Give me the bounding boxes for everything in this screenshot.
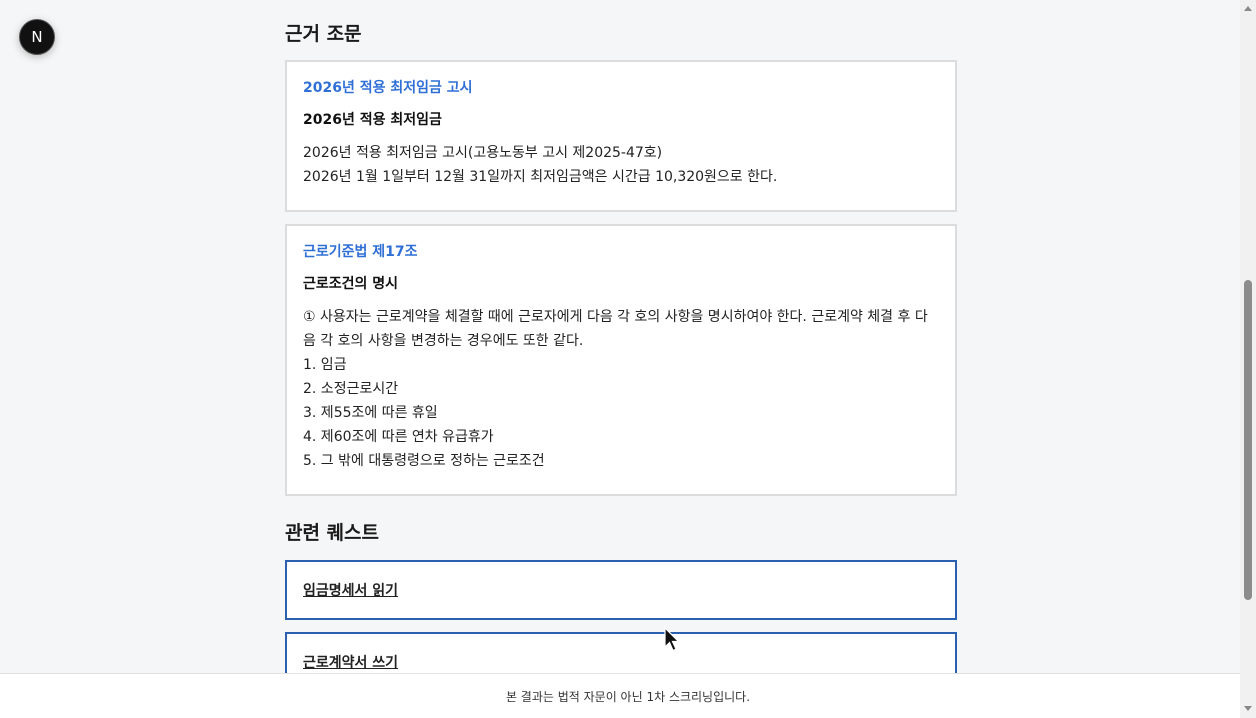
quest-item[interactable]: 임금명세서 읽기 [285,560,957,620]
disclaimer-text: 본 결과는 법적 자문이 아닌 1차 스크리닝입니다. [505,689,751,704]
badge-letter: N [31,28,43,46]
quest-link[interactable]: 근로계약서 쓰기 [303,652,398,672]
law-card-line: 3. 제55조에 따른 휴일 [303,405,438,421]
law-card-line: 4. 제60조에 따른 연차 유급휴가 [303,429,494,445]
law-card: 2026년 적용 최저임금 고시 2026년 적용 최저임금 2026년 적용 … [285,60,957,212]
law-card: 근로기준법 제17조 근로조건의 명시 ① 사용자는 근로계약을 체결할 때에 … [285,224,957,496]
related-section-title: 관련 퀘스트 [285,522,380,544]
mouse-cursor-icon [664,627,680,652]
quest-link[interactable]: 임금명세서 읽기 [303,580,398,600]
law-card-heading: 2026년 적용 최저임금 [303,112,442,128]
law-card-line: 5. 그 밖에 대통령령으로 정하는 근로조건 [303,453,545,469]
law-card-line: 2026년 적용 최저임금 고시(고용노동부 고시 제2025-47호) [303,145,663,161]
law-card-body: 2026년 적용 최저임금 고시(고용노동부 고시 제2025-47호) 202… [303,141,939,189]
scroll-down-icon[interactable] [1244,706,1252,711]
disclaimer-footer: 본 결과는 법적 자문이 아닌 1차 스크리닝입니다. [0,673,1256,718]
basis-section-title: 근거 조문 [285,23,362,45]
law-card-link[interactable]: 근로기준법 제17조 [303,242,939,262]
law-card-heading: 근로조건의 명시 [303,276,399,292]
page-scrollbar[interactable] [1240,0,1256,718]
law-card-link[interactable]: 2026년 적용 최저임금 고시 [303,78,939,98]
app-badge[interactable]: N [19,19,55,55]
law-card-line: 2026년 1월 1일부터 12월 31일까지 최저임금액은 시간급 10,32… [303,169,778,185]
law-card-body: ① 사용자는 근로계약을 체결할 때에 근로자에게 다음 각 호의 사항을 명시… [303,305,939,473]
law-card-line: ① 사용자는 근로계약을 체결할 때에 근로자에게 다음 각 호의 사항을 명시… [303,309,928,349]
scrollbar-thumb[interactable] [1244,280,1252,600]
law-card-line: 2. 소정근로시간 [303,381,399,397]
law-card-line: 1. 임금 [303,357,347,373]
scroll-up-icon[interactable] [1244,6,1252,11]
